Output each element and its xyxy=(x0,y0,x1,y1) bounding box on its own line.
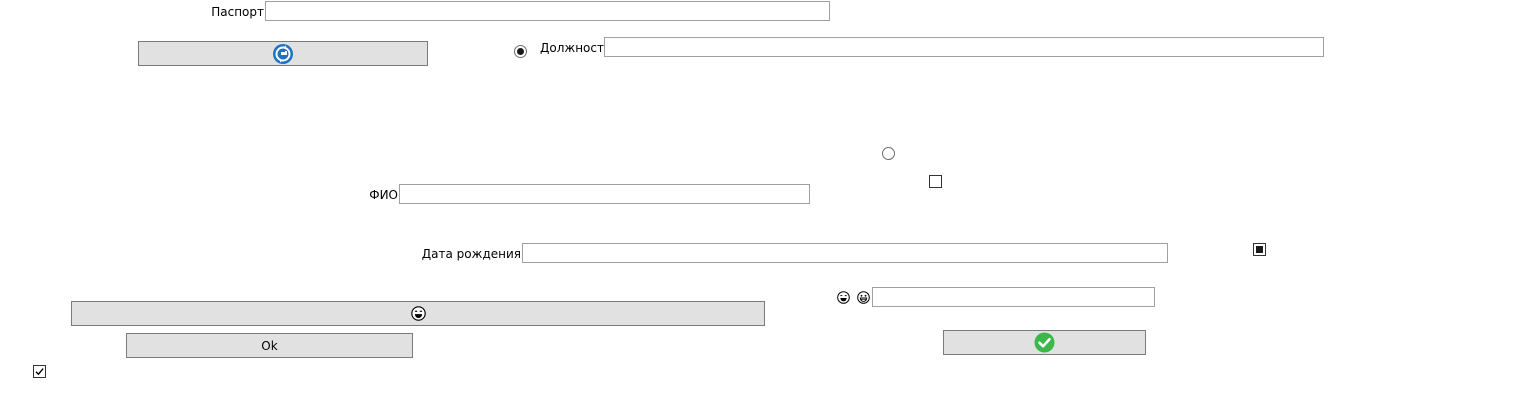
ok-button[interactable]: Ok xyxy=(126,333,413,358)
birthdate-label: Дата рождения xyxy=(421,247,521,261)
confirm-button[interactable] xyxy=(943,330,1146,355)
refresh-button[interactable] xyxy=(138,41,428,66)
indeterminate-fill xyxy=(1256,246,1263,253)
radio-dot xyxy=(517,48,524,55)
grinning-face-icon xyxy=(857,291,870,304)
laugh-button[interactable] xyxy=(71,301,765,326)
position-label: Должность xyxy=(540,41,612,55)
fio-input[interactable] xyxy=(399,184,810,204)
passport-label: Паспорт xyxy=(211,5,264,19)
position-input[interactable] xyxy=(604,37,1324,57)
refresh-icon xyxy=(273,43,293,64)
empty-radio[interactable] xyxy=(882,147,895,160)
emoji-input[interactable] xyxy=(872,287,1155,307)
checked-checkbox[interactable] xyxy=(33,365,46,378)
indeterminate-checkbox[interactable] xyxy=(1253,243,1266,256)
laughing-face-icon xyxy=(837,291,850,304)
unchecked-checkbox[interactable] xyxy=(929,175,942,188)
position-radio[interactable] xyxy=(514,45,527,58)
passport-input[interactable] xyxy=(265,1,830,21)
laughing-face-icon xyxy=(410,306,426,321)
fio-label: ФИО xyxy=(369,188,398,202)
birthdate-input[interactable] xyxy=(522,243,1168,263)
check-circle-icon xyxy=(1034,332,1055,353)
checkmark-icon xyxy=(35,368,44,376)
ok-button-label: Ok xyxy=(261,338,278,353)
